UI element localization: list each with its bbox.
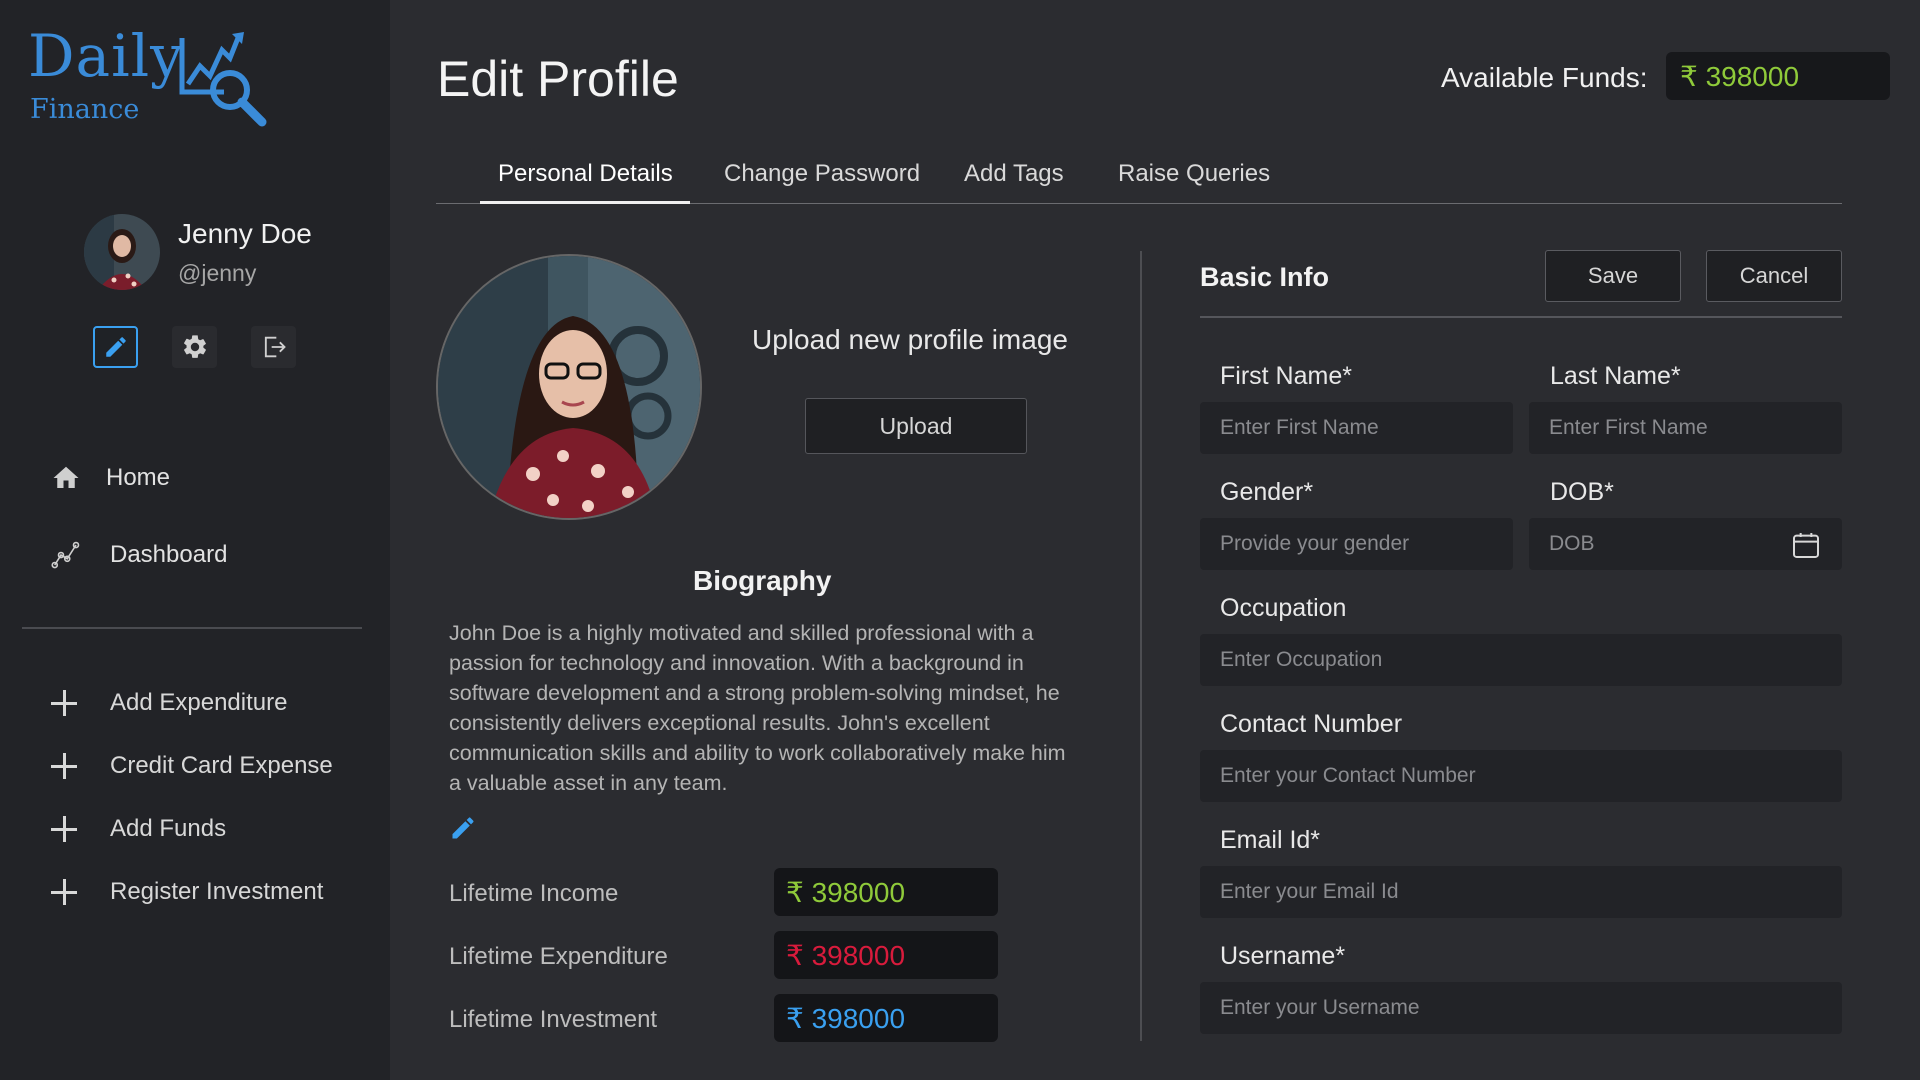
plus-icon [50,878,78,906]
calendar-icon[interactable] [1790,529,1822,566]
avatar[interactable] [84,214,160,290]
available-funds-value: ₹ 398000 [1666,52,1890,100]
page-title: Edit Profile [437,51,679,107]
profile-photo [436,254,702,520]
save-button[interactable]: Save [1545,250,1681,302]
action-label: Credit Card Expense [110,752,333,779]
lifetime-income-value: ₹ 398000 [774,868,998,916]
basic-info-divider [1200,316,1842,318]
home-icon [50,462,82,494]
cancel-button[interactable]: Cancel [1706,250,1842,302]
username-field[interactable] [1200,982,1842,1034]
gear-icon [183,335,206,358]
first-name-field[interactable] [1200,402,1513,454]
pencil-icon [452,817,474,839]
brand-logo[interactable]: Daily Finance [28,22,288,132]
pencil-icon [105,337,126,357]
contact-number-field[interactable] [1200,750,1842,802]
lifetime-income-label: Lifetime Income [449,880,619,907]
last-name-field[interactable] [1529,402,1842,454]
brand-name-bottom: Finance [30,94,140,125]
profile-quick-actions [93,326,296,368]
email-field[interactable] [1200,866,1842,918]
add-expenditure-link[interactable]: Add Expenditure [50,683,287,723]
profile-name: Jenny Doe [178,218,312,249]
lifetime-investment-label: Lifetime Investment [449,1006,658,1033]
plus-icon [50,752,78,780]
tab-raise-queries[interactable]: Raise Queries [1118,160,1270,188]
plus-icon [50,689,78,717]
sidebar-item-dashboard[interactable]: Dashboard [50,535,227,575]
plus-icon [50,815,78,843]
username-label: Username* [1220,942,1346,970]
upload-title: Upload new profile image [752,324,1068,355]
register-investment-link[interactable]: Register Investment [50,872,323,912]
biography-title: Biography [693,565,832,596]
lifetime-expenditure-label: Lifetime Expenditure [449,943,668,970]
upload-button[interactable]: Upload [805,398,1027,454]
sidebar-item-label: Home [106,464,171,491]
logout-icon [264,336,286,358]
logout-button[interactable] [251,326,296,368]
section-divider [1140,251,1142,1041]
edit-profile-button[interactable] [93,326,138,368]
profile-handle: @jenny [178,260,257,286]
chart-line-icon [50,539,82,571]
occupation-label: Occupation [1220,594,1347,622]
tab-add-tags[interactable]: Add Tags [964,160,1064,188]
lifetime-expenditure-value: ₹ 398000 [774,931,998,979]
contact-number-label: Contact Number [1220,710,1403,738]
active-tab-indicator [480,201,690,204]
add-funds-link[interactable]: Add Funds [50,809,226,849]
lifetime-investment-value: ₹ 398000 [774,994,998,1042]
gender-field[interactable] [1200,518,1513,570]
settings-button[interactable] [172,326,217,368]
sidebar-item-home[interactable]: Home [50,458,170,498]
dob-label: DOB* [1550,478,1614,506]
profile-tabs: Personal Details Change Password Add Tag… [436,150,1842,204]
edit-biography-button[interactable] [449,814,477,847]
gender-label: Gender* [1220,478,1314,506]
last-name-label: Last Name* [1550,362,1681,390]
chart-magnifier-icon [179,32,267,127]
action-label: Add Expenditure [110,689,288,716]
available-funds-label: Available Funds: [1441,62,1648,93]
action-label: Add Funds [110,815,227,842]
first-name-label: First Name* [1220,362,1352,390]
tab-personal-details[interactable]: Personal Details [498,160,673,188]
occupation-field[interactable] [1200,634,1842,686]
action-label: Register Investment [110,878,324,905]
biography-text: John Doe is a highly motivated and skill… [449,621,1066,795]
email-label: Email Id* [1220,826,1321,854]
basic-info-title: Basic Info [1200,262,1330,292]
sidebar: Daily Finance Jenny Doe @jenny Home Dash… [0,0,390,1080]
sidebar-divider [22,627,362,629]
tab-change-password[interactable]: Change Password [724,160,920,188]
brand-name-top: Daily [28,22,184,90]
credit-card-expense-link[interactable]: Credit Card Expense [50,746,333,786]
sidebar-item-label: Dashboard [110,541,228,568]
